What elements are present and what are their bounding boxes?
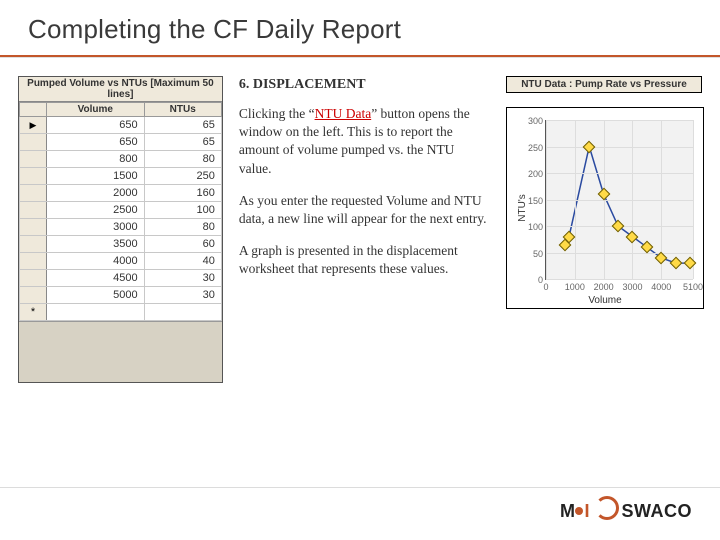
table-row[interactable]: 300080 — [20, 219, 222, 236]
brand-logo: MI SWACO — [560, 496, 692, 522]
body-text: 6. DISPLACEMENT Clicking the “NTU Data” … — [223, 76, 506, 383]
section-heading: 6. DISPLACEMENT — [239, 76, 490, 95]
plot-area — [545, 120, 693, 280]
table-row[interactable]: 400040 — [20, 253, 222, 270]
table-new-row[interactable] — [20, 304, 222, 321]
ntu-data-link[interactable]: NTU Data — [315, 106, 372, 121]
y-tick: 100 — [527, 222, 543, 232]
logo-swirl-icon — [595, 496, 619, 520]
x-tick: 2000 — [594, 282, 614, 292]
paragraph-3: A graph is presented in the displacement… — [239, 242, 490, 278]
y-tick: 50 — [527, 249, 543, 259]
paragraph-2: As you enter the requested Volume and NT… — [239, 192, 490, 228]
table-row[interactable]: 450030 — [20, 270, 222, 287]
x-tick: 4000 — [651, 282, 671, 292]
y-tick: 300 — [527, 116, 543, 126]
col-ntus: NTUs — [144, 103, 221, 117]
logo-dot-icon — [575, 507, 583, 515]
x-axis-label: Volume — [507, 295, 703, 306]
chart-title: NTU Data : Pump Rate vs Pressure — [506, 76, 702, 93]
table-row[interactable]: 80080 — [20, 151, 222, 168]
grid-empty-area — [19, 321, 222, 382]
page-title: Completing the CF Daily Report — [0, 0, 720, 45]
table-row[interactable]: 2000160 — [20, 185, 222, 202]
paragraph-1: Clicking the “NTU Data” button opens the… — [239, 105, 490, 178]
table-row[interactable]: 1500250 — [20, 168, 222, 185]
footer-rule — [0, 487, 720, 488]
y-tick: 200 — [527, 169, 543, 179]
y-tick: 250 — [527, 143, 543, 153]
row-header-col — [20, 103, 47, 117]
x-tick: 0 — [543, 282, 548, 292]
data-table[interactable]: Volume NTUs 6506565065800801500250200016… — [19, 102, 222, 321]
ntu-chart: NTU's Volume 050100150200250300010002000… — [506, 107, 704, 309]
table-row[interactable]: 65065 — [20, 134, 222, 151]
table-row[interactable]: 65065 — [20, 117, 222, 134]
x-tick: 3000 — [622, 282, 642, 292]
y-tick: 150 — [527, 196, 543, 206]
grid-title: Pumped Volume vs NTUs [Maximum 50 lines] — [19, 77, 222, 102]
ntu-data-grid[interactable]: Pumped Volume vs NTUs [Maximum 50 lines]… — [18, 76, 223, 383]
table-row[interactable]: 350060 — [20, 236, 222, 253]
col-volume: Volume — [47, 103, 145, 117]
x-tick: 1000 — [565, 282, 585, 292]
table-row[interactable]: 2500100 — [20, 202, 222, 219]
table-row[interactable]: 500030 — [20, 287, 222, 304]
x-tick: 5100 — [683, 282, 703, 292]
y-tick: 0 — [527, 275, 543, 285]
